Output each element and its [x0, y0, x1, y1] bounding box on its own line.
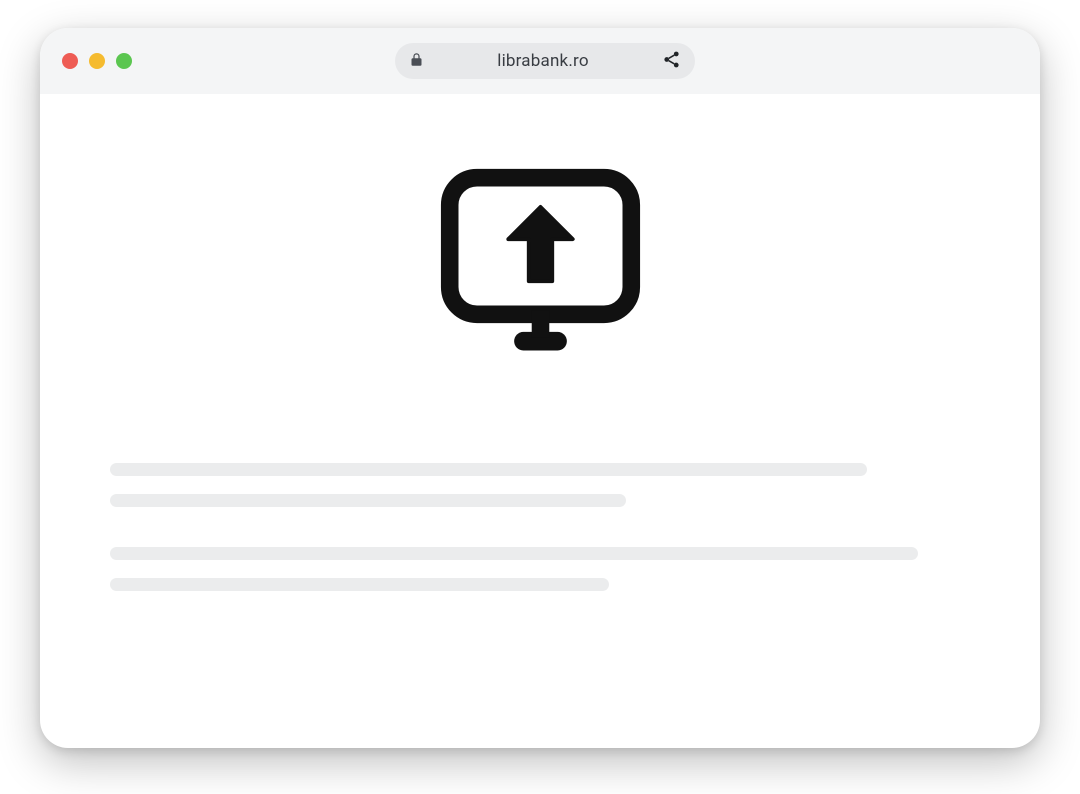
traffic-lights [62, 53, 132, 69]
page-content [40, 94, 1040, 748]
address-domain: librabank.ro [442, 51, 644, 71]
skeleton-text-block [110, 463, 970, 591]
skeleton-line [110, 578, 609, 591]
monitor-upload-icon [428, 164, 653, 373]
minimize-window-button[interactable] [89, 53, 105, 69]
lock-icon [409, 51, 424, 72]
address-bar-container: librabank.ro [142, 43, 948, 79]
address-bar[interactable]: librabank.ro [395, 43, 695, 79]
browser-titlebar: librabank.ro [40, 28, 1040, 94]
browser-window: librabank.ro [40, 28, 1040, 748]
skeleton-line [110, 463, 867, 476]
share-icon[interactable] [662, 50, 681, 73]
close-window-button[interactable] [62, 53, 78, 69]
skeleton-line [110, 494, 626, 507]
skeleton-line [110, 547, 918, 560]
maximize-window-button[interactable] [116, 53, 132, 69]
